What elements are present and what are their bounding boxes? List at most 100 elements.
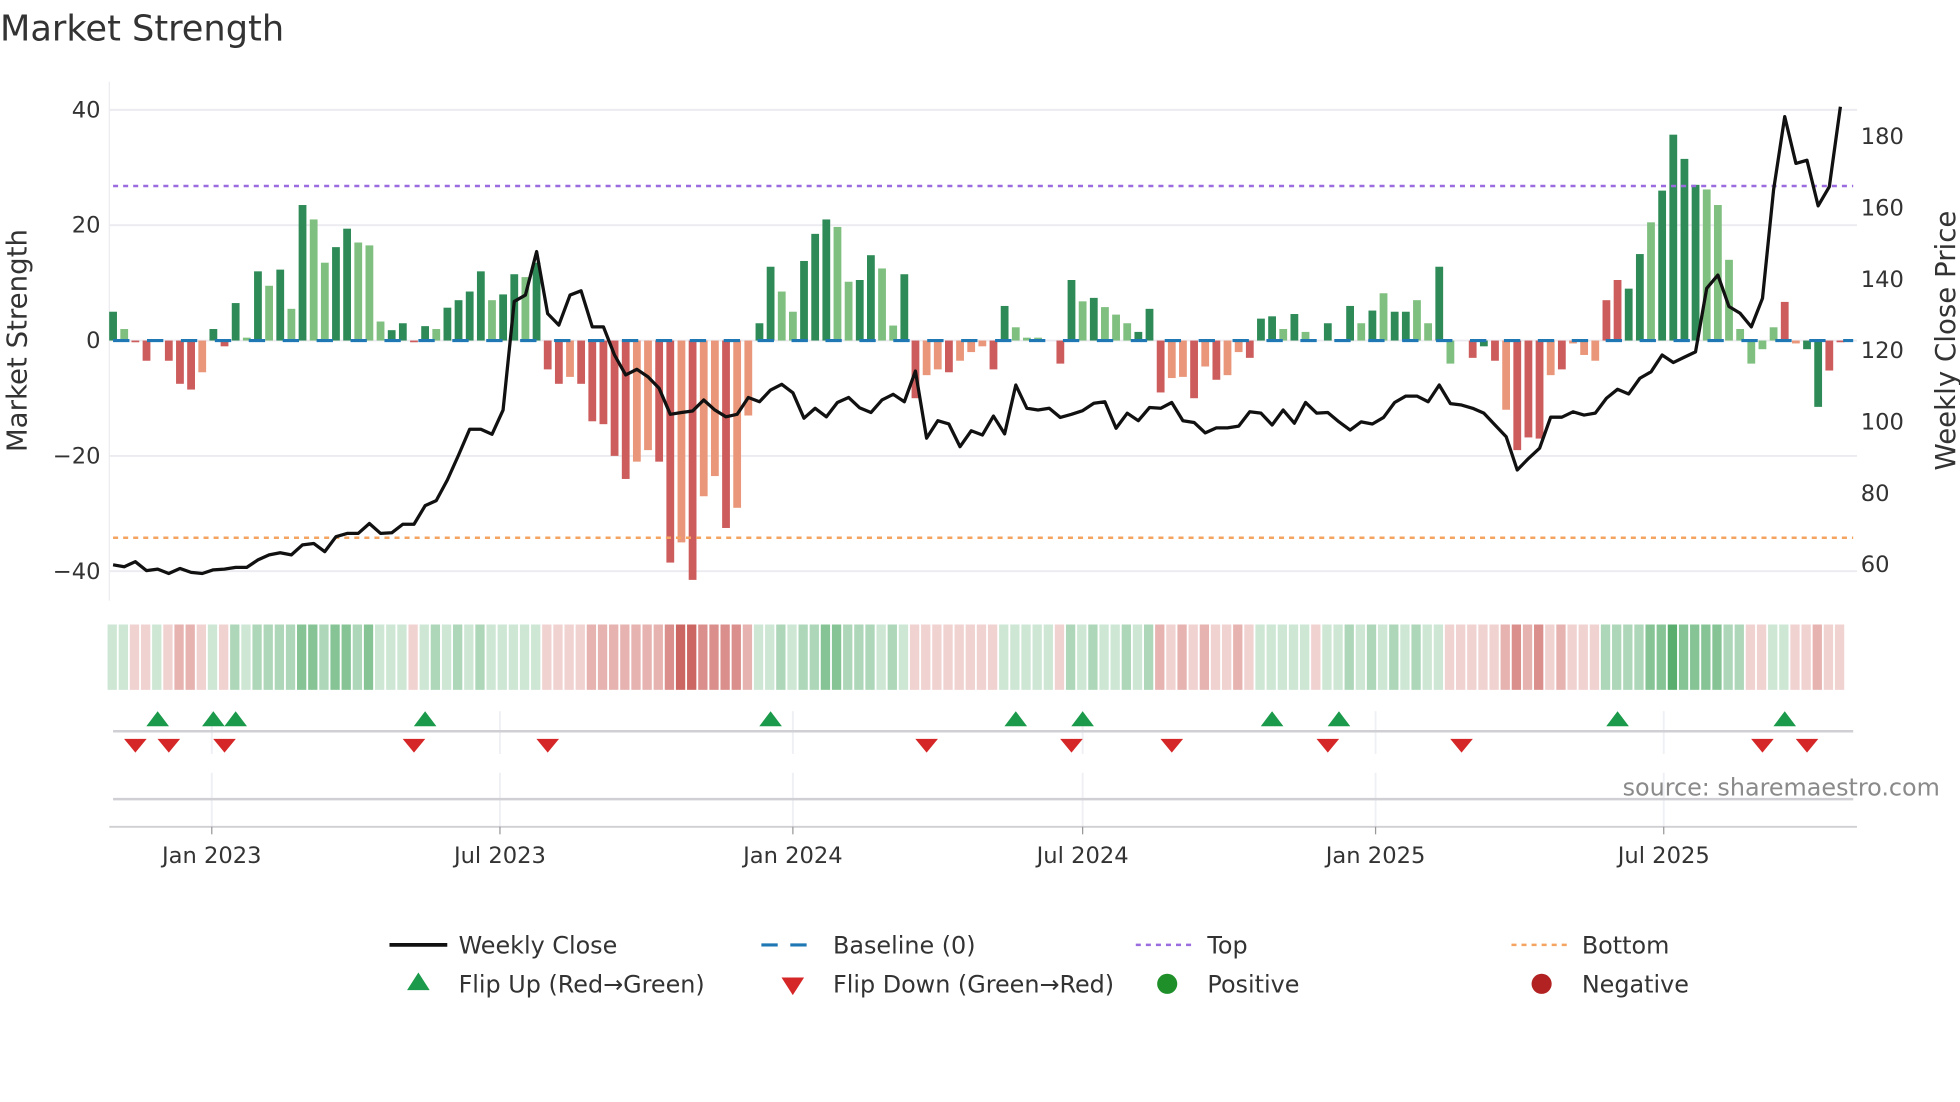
- strip-cell: [1690, 624, 1700, 690]
- strength-bar: [1446, 340, 1455, 364]
- strength-bar: [1268, 316, 1276, 341]
- strength-bar: [1112, 314, 1120, 341]
- strip-cell: [252, 624, 262, 690]
- flip-up-marker: [759, 711, 782, 727]
- legend-item-flip-up[interactable]: Flip Up (Red→Green): [407, 971, 705, 999]
- strength-bar: [956, 340, 964, 361]
- strength-bar: [398, 323, 407, 341]
- strength-bar: [287, 308, 296, 341]
- strip-cell: [497, 624, 507, 690]
- legend-item-positive[interactable]: Positive: [1157, 971, 1299, 999]
- y-tick-label: −20: [53, 443, 101, 469]
- legend-item-bottom[interactable]: Bottom: [1511, 932, 1669, 960]
- strip-cell: [843, 624, 853, 690]
- strip-cell: [1121, 624, 1131, 690]
- strength-bar: [1424, 323, 1433, 341]
- strip-cell: [865, 624, 875, 690]
- strength-bar: [677, 340, 686, 543]
- strength-bar: [254, 271, 262, 341]
- strip-cell: [1400, 624, 1410, 690]
- strength-bar: [1379, 293, 1388, 341]
- strip-cell: [408, 624, 418, 690]
- x-tick-label: Jan 2023: [160, 843, 262, 869]
- strip-cell: [1745, 624, 1756, 690]
- strength-bar: [699, 340, 708, 497]
- strip-cell: [887, 624, 897, 690]
- strength-bar: [900, 274, 909, 341]
- strength-bar: [766, 266, 775, 341]
- strip-cell: [1199, 624, 1209, 690]
- strength-bar: [722, 340, 730, 528]
- strength-bar: [1513, 340, 1522, 451]
- lower-panel-gridlines: [210, 711, 1665, 827]
- strength-bar: [1000, 305, 1009, 341]
- legend-item-top[interactable]: Top: [1135, 932, 1248, 960]
- strip-cell: [1467, 624, 1477, 690]
- strength-bar: [588, 340, 597, 422]
- strip-cell: [564, 624, 574, 690]
- strip-cell: [1723, 624, 1733, 690]
- legend-label: Bottom: [1582, 932, 1670, 960]
- flip-down-marker: [402, 738, 426, 753]
- strip-cell: [196, 624, 207, 690]
- strip-cell: [1255, 624, 1265, 690]
- strip-cell: [1589, 624, 1600, 690]
- strip-cell: [709, 624, 719, 690]
- strip-cell: [1712, 624, 1722, 690]
- triangle-up-icon: [407, 972, 430, 991]
- strength-bar: [811, 233, 820, 341]
- strip-cell: [776, 624, 786, 690]
- legend-item-negative[interactable]: Negative: [1531, 971, 1689, 999]
- strip-cell: [1823, 624, 1834, 690]
- strength-bar: [1089, 297, 1098, 341]
- strip-cell: [542, 624, 552, 690]
- legend-item-baseline[interactable]: Baseline (0): [761, 932, 976, 960]
- strip-cell: [854, 624, 864, 690]
- strip-cell: [575, 624, 585, 690]
- strip-cell: [1088, 624, 1098, 690]
- strength-bar: [142, 340, 151, 361]
- strength-bar: [410, 340, 418, 343]
- strength-bar: [1769, 327, 1778, 341]
- strength-bar: [131, 340, 140, 343]
- strength-bar: [632, 340, 641, 462]
- strength-bar: [621, 340, 630, 479]
- strength-bar: [432, 329, 441, 341]
- strip-cell: [687, 624, 697, 690]
- strip-cell: [1678, 624, 1689, 690]
- legend-item-flip-down[interactable]: Flip Down (Green→Red): [781, 971, 1114, 999]
- y-right-tick-label: 160: [1861, 195, 1904, 221]
- right-y-ticks: 180 160 140 120 100 80 60: [1861, 124, 1904, 578]
- strip-cell: [308, 624, 318, 690]
- strength-bar: [833, 226, 842, 341]
- strength-bar: [1557, 340, 1566, 370]
- strength-bar: [1179, 340, 1187, 377]
- strip-cell: [1556, 624, 1566, 690]
- y-right-tick-label: 140: [1861, 267, 1904, 293]
- flip-down-marker: [1060, 738, 1083, 753]
- strength-bar: [465, 291, 474, 341]
- strength-bar: [1780, 301, 1789, 341]
- strip-cell: [798, 624, 808, 690]
- strip-cell: [285, 624, 296, 690]
- legend-item-weekly-close[interactable]: Weekly Close: [389, 932, 617, 960]
- strip-cell: [1645, 624, 1655, 690]
- strip-cell: [1667, 624, 1678, 690]
- strength-bar: [1669, 134, 1678, 341]
- strength-bar: [1435, 266, 1444, 341]
- strip-cell: [1099, 624, 1109, 690]
- strip-cell: [163, 624, 173, 690]
- strip-cell: [1489, 624, 1499, 690]
- regime-strip: [107, 624, 1845, 690]
- strip-cell: [1779, 624, 1789, 690]
- strength-bar: [688, 340, 697, 580]
- strip-cell: [787, 624, 797, 690]
- strength-bar: [1613, 279, 1622, 341]
- strip-cell: [1545, 624, 1555, 690]
- strength-bar: [421, 326, 430, 341]
- strip-cell: [464, 624, 474, 690]
- flip-up-marker: [1004, 711, 1028, 727]
- strength-bar: [1535, 340, 1544, 439]
- strip-cell: [1210, 624, 1221, 690]
- flip-up-marker: [1606, 711, 1629, 727]
